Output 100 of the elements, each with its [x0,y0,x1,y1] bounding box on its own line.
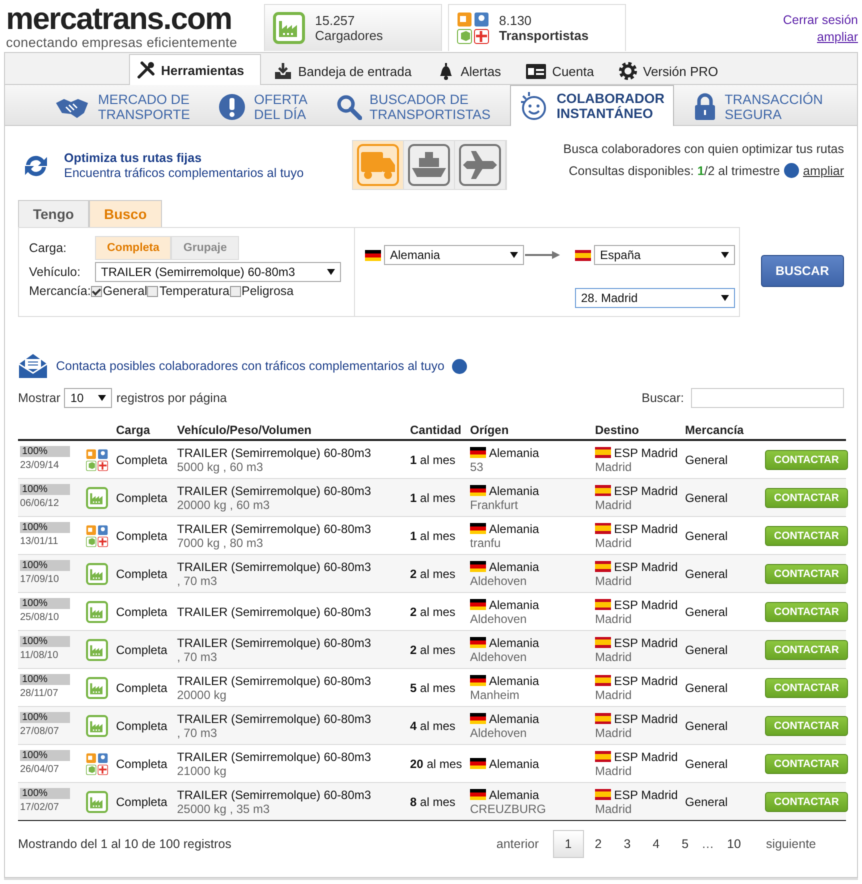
match-percent: 100% [21,522,49,533]
country-select[interactable]: España [594,245,735,266]
destination-place: ESP Madrid [614,598,678,612]
next-link[interactable]: siguiente [752,837,830,851]
quantity-cell: 4 al mes [408,706,468,744]
field-label: Carga: [29,241,68,255]
page-link[interactable]: 10 [716,831,752,857]
match-percent: 100% [21,636,49,647]
page-link[interactable]: 1 [552,830,584,858]
date-text: 17/02/07 [20,801,60,815]
german-flag-icon [470,713,486,724]
german-flag-icon [470,485,486,496]
page-link[interactable]: 4 [642,831,671,857]
section-tab[interactable]: COLABORADOR INSTANTÁNEO [510,85,674,126]
table-cell: Completa [114,706,175,744]
page-link[interactable]: 5 [670,831,700,857]
search-button[interactable]: BUSCAR [760,255,844,287]
origin-city: 53 [470,460,484,474]
airplane-icon[interactable] [459,144,501,186]
page-link[interactable]: 2 [584,831,613,857]
nav-tab[interactable]: Cuenta [513,56,606,85]
transport-modes-icon [457,12,489,44]
weight-volume-text: 5000 kg , 60 m3 [177,460,264,474]
form-tab[interactable]: Tengo [18,200,89,227]
origin-country: Alemania [489,788,540,802]
destination-place: ESP Madrid [614,788,678,802]
field-label: Mercancía: [29,284,91,298]
section-tab[interactable]: MERCADO DE TRANSPORTE [45,87,200,126]
envelope-icon [18,353,48,379]
destination-city: Madrid [595,688,633,702]
info-icon[interactable] [784,163,799,178]
inbox-icon [273,61,294,81]
weight-volume-text: 20000 kg , 60 m3 [177,498,271,512]
column-header: Orígen [468,421,593,440]
tools-icon [136,60,156,80]
info-icon[interactable] [452,358,468,374]
nav-tab[interactable]: Alertas [424,56,514,85]
match-percent: 100% [21,712,49,723]
section-heading: Contacta posibles colaboradores con tráficos complementarios al tuyo [56,359,444,373]
exclamation-icon [218,93,246,121]
origin-city: Aldehoven [470,726,528,740]
factory-icon [273,12,305,44]
quantity-cell: 2 al mes [408,554,468,592]
section-tab[interactable]: OFERTA DEL DÍA [209,87,317,126]
nav-tab[interactable]: Herramientas [129,54,262,85]
table-cell: Completa [114,630,175,668]
expand-link[interactable]: ampliar [803,164,844,178]
destination-place: ESP Madrid [614,560,678,574]
stat-count: 8.130 [499,13,533,28]
nav-tab[interactable]: Bandeja de entrada [261,56,424,85]
spanish-flag-icon [575,250,591,261]
match-percent: 100% [21,598,49,609]
vehicle-text: TRAILER (Semirremolque) 60-80m3 [177,712,372,726]
match-percent: 100% [21,788,49,799]
stat-tab[interactable]: 15.257 Cargadores [264,4,442,51]
table-cell: General [683,782,763,820]
field-label: Buscar: [642,391,684,405]
destination-place: ESP Madrid [614,446,678,460]
logo-text[interactable]: mercatrans.com [6,2,232,36]
vehicle-select[interactable]: TRAILER (Semirremolque) 60-80m3 [95,262,341,282]
pagination-ellipsis: … [700,837,716,851]
table-cell: Completa [114,782,175,820]
column-header: Vehículo/Peso/Volumen [175,421,408,440]
origin-country: Alemania [489,636,540,650]
match-percent: 100% [21,560,49,571]
previous-link[interactable]: anterior [482,837,553,851]
search-field[interactable] [691,388,844,408]
table-cell: General [683,630,763,668]
country-select[interactable]: Alemania [384,245,524,266]
column-header: Destino [593,421,683,440]
page-link[interactable]: 3 [612,831,642,857]
field-label: registros por página [116,391,227,405]
table-cell: General [683,706,763,744]
section-tab[interactable]: BUSCADOR DE TRANSPORTISTAS [326,87,500,126]
date-text: 13/01/11 [20,535,60,549]
section-tab[interactable]: TRANSACCIÓN SEGURA [684,87,832,126]
logo-tagline: conectando empresas eficientemente [6,36,238,50]
spanish-flag-icon [595,485,611,496]
logout-link[interactable]: Cerrar sesión [782,12,858,29]
destination-place: ESP Madrid [614,674,678,688]
quantity-cell: 8 al mes [408,782,468,820]
origin-city: Aldehoven [470,650,528,664]
origin-country: Alemania [489,560,540,574]
checkbox[interactable] [90,286,102,296]
nav-tab[interactable]: Versión PRO [606,56,730,85]
weight-volume-text: 20000 kg [177,688,228,702]
checkbox[interactable] [230,286,241,296]
vehicle-text: TRAILER (Semirremolque) 60-80m3 [177,750,372,764]
region-select[interactable]: 28. Madrid [575,288,735,308]
german-flag-icon [470,523,486,534]
page-size-select[interactable]: 10 [64,388,112,408]
ship-icon[interactable] [408,144,450,186]
expand-link[interactable]: ampliar [817,29,858,46]
stat-tab[interactable]: 8.130 Transportistas [448,4,626,51]
destination-city: Madrid [595,726,633,740]
table-cell: General [683,478,763,516]
spanish-flag-icon [595,789,611,800]
lock-icon [692,93,717,121]
section-title: Optimiza tus rutas fijas [64,150,203,166]
checkbox[interactable] [147,286,158,296]
